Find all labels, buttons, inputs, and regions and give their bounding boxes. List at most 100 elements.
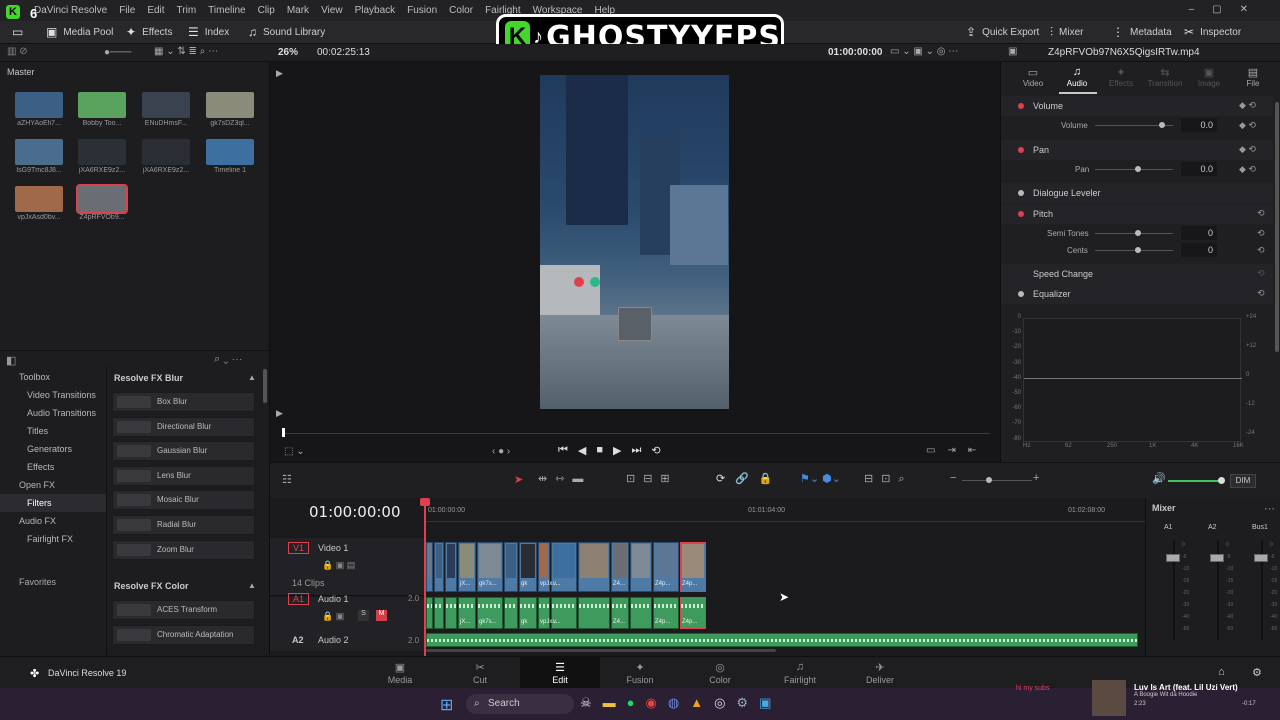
discord-icon[interactable]: ◍ [668,695,679,711]
clip-thumbnail[interactable] [142,139,190,165]
menu-view[interactable]: View [315,5,349,16]
inspector-tab-file[interactable]: ▤ File [1233,66,1273,88]
settings-icon[interactable]: ⚙ [1252,666,1262,679]
minimize-icon[interactable]: – [1189,4,1213,15]
menu-timeline[interactable]: Timeline [202,5,251,16]
menu-mark[interactable]: Mark [281,5,315,16]
video-clip[interactable] [445,542,457,592]
play-reverse-icon[interactable]: ◀ [578,444,586,457]
skip-end-icon[interactable]: ⏭ [632,444,642,457]
ruler[interactable]: 01:00:00:00 01:01:04:00 01:02:08:00 [424,498,1145,522]
fader-handle[interactable] [1166,554,1180,562]
audio-clip[interactable] [445,597,457,629]
clip-thumbnail[interactable] [206,139,254,165]
home-icon[interactable]: ⌂ [1218,666,1225,678]
a1-label[interactable]: A1 [288,593,310,605]
semitones-value[interactable]: 0 [1181,226,1217,240]
keyframe-icon[interactable]: ◆ ⟲ [1239,164,1256,175]
pan-section[interactable]: Pan ◆ ⟲ [1001,140,1273,160]
reset-icon[interactable]: ⟲ [1257,288,1265,299]
effects-tree-item[interactable]: Fairlight FX [0,530,106,548]
inspector-tab-transition[interactable]: ⇆ Transition [1145,66,1185,88]
collapse-icon[interactable]: ▲ [248,373,256,382]
close-icon[interactable]: ✕ [1240,4,1266,15]
page-tab-color[interactable]: ◎ Color [680,657,760,689]
video-clip[interactable] [630,542,652,592]
dim-button[interactable]: DIM [1230,474,1256,488]
menu-fusion[interactable]: Fusion [401,5,443,16]
solo-button[interactable]: S [358,610,369,621]
taskbar-search[interactable]: ⌕ Search [466,694,574,714]
clip-thumbnail[interactable] [78,92,126,118]
viewer-right-icons[interactable]: ▭⇥⇤ [926,445,988,456]
eq-graph[interactable] [1023,318,1242,442]
page-tab-media[interactable]: ▣ Media [360,657,440,689]
effect-item[interactable]: Gaussian Blur [112,441,255,462]
page-tab-fairlight[interactable]: ♫ Fairlight [760,657,840,689]
metadata-button[interactable]: ⋮ Metadata [1112,25,1172,39]
inspector-scrollbar[interactable] [1275,102,1279,352]
timeline-view-icon[interactable]: ☷ [282,473,292,486]
speaker-icon[interactable]: 🔊 [1152,472,1166,485]
media-pool-button[interactable]: ▣ Media Pool [46,25,113,39]
zoom-out-icon[interactable]: − [950,472,956,484]
effects-tree-item[interactable]: Titles [0,422,106,440]
master-volume[interactable] [1168,480,1220,482]
effect-item[interactable]: Zoom Blur [112,539,255,560]
fader-handle[interactable] [1210,554,1224,562]
pan-slider[interactable] [1135,166,1141,172]
mixer-options-icon[interactable]: ⋯ [1264,502,1275,515]
equalizer-section[interactable]: Equalizer ⟲ [1001,284,1273,304]
quick-export-button[interactable]: ⇪ Quick Export [966,25,1039,39]
edit-tools-icon[interactable]: ⇹⇿▬ [538,472,591,485]
page-tab-cut[interactable]: ✂ Cut [440,657,520,689]
clip-thumbnail[interactable] [206,92,254,118]
keyframe-icon[interactable]: ◆ ⟲ [1239,144,1256,155]
clip-thumbnail[interactable] [15,139,63,165]
effects-tree-item[interactable]: Audio FX [0,512,106,530]
menu-color[interactable]: Color [443,5,479,16]
volume-section[interactable]: Volume ◆ ⟲ [1001,96,1273,116]
thumb-size-slider[interactable]: ●─── [104,47,131,58]
viewer-size-icon[interactable]: ⬚ ⌄ [284,446,305,457]
audio-clip[interactable] [434,597,444,629]
inspector-tab-image[interactable]: ▣ Image [1189,66,1229,88]
pool-view-icon[interactable]: ▥ ⊘ [7,46,28,57]
zoom-in-icon[interactable]: + [1033,472,1039,484]
audio-clip[interactable] [630,597,652,629]
track-lock-icon[interactable]: 🔒 ▣ [322,611,344,622]
effects-tree-item[interactable]: Filters [0,494,106,512]
volume-value[interactable]: 0.0 [1181,118,1217,132]
effect-item[interactable]: Chromatic Adaptation [112,624,255,645]
reset-icon[interactable]: ⟲ [1257,268,1265,279]
zoom-slider[interactable] [962,480,1032,481]
search-icon[interactable]: ⌕ ⌄ ⋯ [214,353,242,366]
clip-thumbnail[interactable] [142,92,190,118]
reset-icon[interactable]: ⟲ [1257,245,1265,256]
collapse-color-icon[interactable]: ▲ [248,581,256,590]
keyframe-icon[interactable]: ◆ ⟲ [1239,120,1256,131]
mixer-button[interactable]: ⫶ Mixer [1050,25,1083,40]
panel-toggle-icon[interactable]: ◧ [6,354,16,367]
clip-thumbnail[interactable] [15,92,63,118]
video-frame[interactable] [540,75,729,409]
pan-value[interactable]: 0.0 [1181,162,1217,176]
menu-clip[interactable]: Clip [252,5,281,16]
flag-icon[interactable]: ⚑⌄ ⬢⌄ [800,472,841,485]
scrollbar[interactable] [263,369,267,403]
effects-tree-item[interactable]: Generators [0,440,106,458]
zoom-level[interactable]: 26% [278,47,298,58]
speed-change-section[interactable]: Speed Change ⟲ [1001,264,1273,284]
ghost-app-icon[interactable]: ☠ [580,695,592,711]
page-tab-edit[interactable]: ☰ Edit [520,657,600,689]
clip-thumbnail[interactable] [76,184,128,214]
fader-handle[interactable] [1254,554,1268,562]
menu-playback[interactable]: Playback [349,5,402,16]
zoom-mode-icon[interactable]: ⊟⊡⌕ [864,472,913,486]
volume-slider[interactable] [1159,122,1165,128]
effect-item[interactable]: Radial Blur [112,515,255,535]
loop-icon[interactable]: ⟲ [651,444,660,457]
snap-link-lock-icon[interactable]: ⟳🔗🔒 [716,472,783,485]
effects-button[interactable]: ✦ Effects [126,25,172,39]
effect-item[interactable]: Lens Blur [112,465,255,486]
